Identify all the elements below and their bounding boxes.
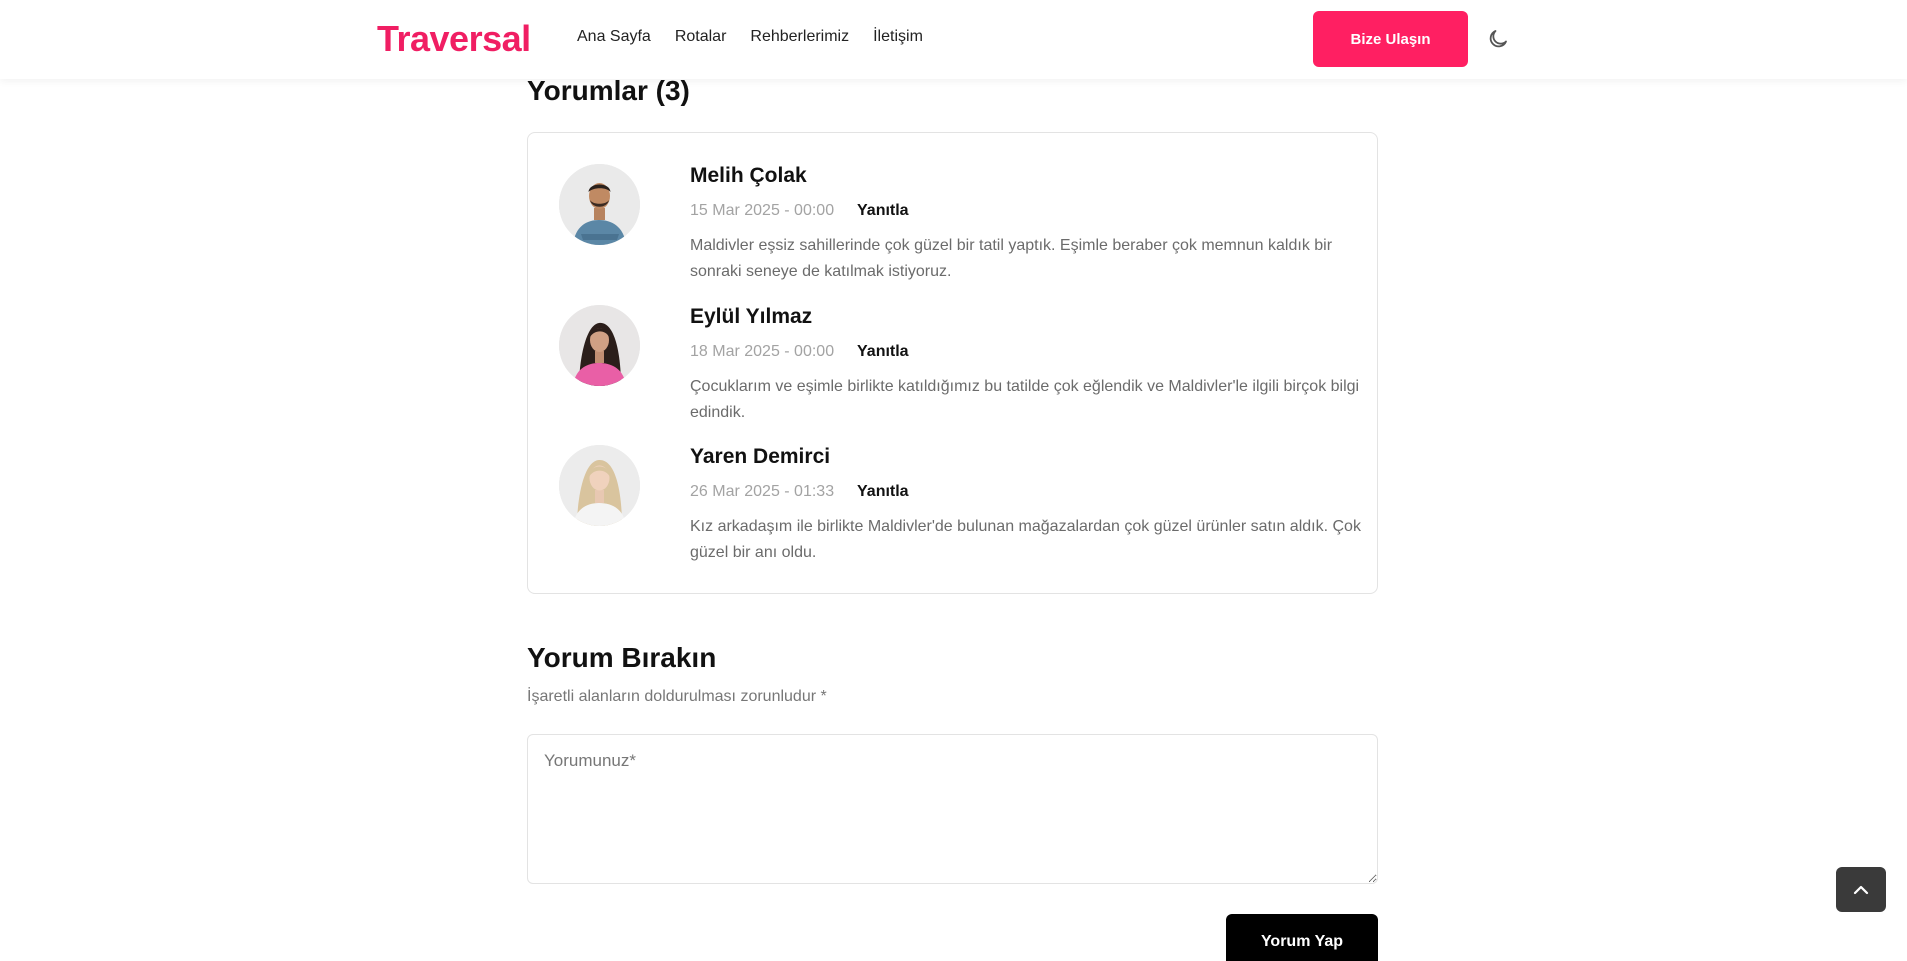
submit-comment-button[interactable]: Yorum Yap: [1226, 914, 1378, 961]
comments-title: Yorumlar (3): [527, 75, 690, 106]
comment-text: Kız arkadaşım ile birlikte Maldivler'de …: [690, 518, 1361, 561]
required-fields-note: İşaretli alanların doldurulması zorunlud…: [527, 688, 827, 705]
nav-link-contact[interactable]: İletişim: [873, 28, 923, 46]
reply-link[interactable]: Yanıtla: [857, 483, 909, 501]
nav-link-guides[interactable]: Rehberlerimiz: [750, 28, 849, 46]
reply-link[interactable]: Yanıtla: [857, 202, 909, 220]
main-nav: Ana Sayfa Rotalar Rehberlerimiz İletişim: [577, 28, 923, 46]
site-header: Traversal Ana Sayfa Rotalar Rehberlerimi…: [0, 0, 1907, 79]
reply-link[interactable]: Yanıtla: [857, 343, 909, 361]
comment-author: Eylül Yılmaz: [690, 305, 813, 328]
avatar: [559, 164, 640, 245]
comment-textarea[interactable]: [527, 734, 1378, 884]
avatar: [559, 305, 640, 386]
comment-author: Melih Çolak: [690, 164, 807, 187]
comment-date: 26 Mar 2025 - 01:33: [690, 483, 835, 500]
chevron-up-icon: [1853, 885, 1869, 895]
moon-icon[interactable]: [1486, 27, 1510, 51]
comment-date: 15 Mar 2025 - 00:00: [690, 202, 835, 219]
contact-us-button[interactable]: Bize Ulaşın: [1313, 11, 1468, 67]
comment-text: Maldivler eşsiz sahillerinde çok güzel b…: [690, 237, 1333, 280]
logo[interactable]: Traversal: [377, 18, 531, 60]
scroll-to-top-button[interactable]: [1836, 867, 1886, 912]
comment-author: Yaren Demirci: [690, 445, 831, 468]
avatar: [559, 445, 640, 526]
nav-link-routes[interactable]: Rotalar: [675, 28, 727, 46]
comments-list: Melih Çolak 15 Mar 2025 - 00:00 Yanıtla …: [527, 132, 1378, 594]
nav-link-home[interactable]: Ana Sayfa: [577, 28, 651, 46]
comment-form-title: Yorum Bırakın: [527, 642, 717, 673]
comment-date: 18 Mar 2025 - 00:00: [690, 343, 835, 360]
comment-text: Çocuklarım ve eşimle birlikte katıldığım…: [690, 378, 1360, 421]
